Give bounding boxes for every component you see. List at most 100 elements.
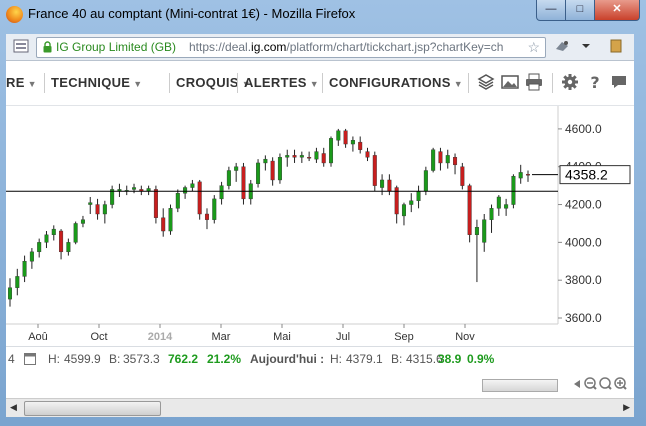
candle bbox=[117, 183, 122, 197]
divider bbox=[237, 73, 238, 93]
calendar-icon[interactable] bbox=[24, 352, 36, 365]
today-low-label: B: bbox=[391, 352, 403, 366]
candle-body-up bbox=[80, 219, 85, 224]
candle-body-up bbox=[8, 287, 12, 300]
candle-body-up bbox=[350, 140, 355, 145]
scrollbar-thumb[interactable] bbox=[24, 401, 161, 416]
candle bbox=[307, 151, 312, 162]
maximize-button[interactable]: □ bbox=[565, 0, 595, 21]
firefox-logo-icon bbox=[6, 6, 23, 23]
zoom-in-icon[interactable] bbox=[614, 377, 627, 390]
addon-icon[interactable] bbox=[554, 39, 570, 53]
candle bbox=[489, 204, 494, 233]
scroll-left-arrow-icon[interactable]: ◀ bbox=[10, 402, 17, 413]
candle bbox=[504, 198, 509, 216]
menu-configurations[interactable]: CONFIGURATIONS ▼ bbox=[329, 75, 463, 90]
gear-icon[interactable] bbox=[561, 73, 579, 91]
divider bbox=[169, 73, 170, 93]
url-bar[interactable]: IG Group Limited (GB) https://deal.ig.co… bbox=[36, 37, 546, 58]
page-horizontal-scrollbar[interactable]: ◀ ▶ bbox=[6, 398, 634, 417]
candle-body-up bbox=[73, 223, 78, 243]
window-title: France 40 au comptant (Mini-contrat 1€) … bbox=[28, 6, 356, 21]
divider bbox=[322, 73, 323, 93]
zoom-out-icon[interactable] bbox=[584, 377, 597, 390]
candle bbox=[88, 196, 93, 214]
help-icon[interactable]: ? bbox=[586, 73, 604, 91]
candle-body-up bbox=[88, 202, 93, 205]
bookmark-star-icon[interactable]: ☆ bbox=[527, 39, 540, 56]
candle-body-up bbox=[212, 198, 217, 220]
candle bbox=[66, 238, 71, 256]
navigator-scrollbar[interactable] bbox=[482, 379, 558, 392]
layers-icon[interactable] bbox=[477, 73, 495, 91]
price-chart[interactable]: 4600.04400.04200.04000.03800.03600.0AoûO… bbox=[6, 106, 634, 346]
candle-body-down bbox=[161, 217, 166, 232]
site-identity[interactable]: IG Group Limited (GB) bbox=[56, 40, 176, 54]
menu-truncated[interactable]: RE ▼ bbox=[6, 75, 37, 90]
svg-text:?: ? bbox=[590, 73, 599, 91]
candle bbox=[37, 238, 42, 258]
chevron-down-icon[interactable] bbox=[578, 39, 594, 53]
candle bbox=[438, 147, 443, 171]
candle-body-down bbox=[270, 160, 275, 181]
candle-body-up bbox=[66, 242, 71, 253]
divider bbox=[44, 73, 45, 93]
print-icon[interactable] bbox=[525, 73, 543, 91]
candle bbox=[51, 225, 56, 241]
candle bbox=[22, 255, 27, 283]
candle bbox=[183, 185, 188, 199]
comment-icon[interactable] bbox=[610, 73, 628, 91]
today-high-value: 4379.1 bbox=[346, 352, 383, 366]
candle-body-down bbox=[467, 185, 472, 235]
candle-body-down bbox=[197, 181, 202, 215]
candle-body-up bbox=[277, 157, 282, 181]
chart-area[interactable]: 4600.04400.04200.04000.03800.03600.0AoûO… bbox=[6, 106, 634, 346]
image-icon[interactable] bbox=[501, 73, 519, 91]
candle bbox=[314, 147, 319, 163]
candle-body-up bbox=[409, 200, 414, 205]
zoom-reset-icon[interactable] bbox=[599, 377, 612, 390]
candle bbox=[343, 128, 348, 148]
candle bbox=[496, 195, 501, 216]
x-tick-label: Aoû bbox=[28, 331, 48, 343]
candle bbox=[212, 195, 217, 224]
candle bbox=[401, 202, 406, 226]
x-tick-label: Jul bbox=[336, 331, 350, 343]
x-tick-label: 2014 bbox=[148, 331, 173, 343]
candle-body-up bbox=[401, 204, 406, 217]
minimize-button[interactable]: — bbox=[536, 0, 566, 21]
candle bbox=[460, 162, 465, 190]
menu-alertes[interactable]: ALERTES ▼ bbox=[244, 75, 319, 90]
candle-body-down bbox=[372, 155, 377, 186]
scroll-right-arrow-icon[interactable]: ▶ bbox=[623, 402, 630, 413]
candle bbox=[168, 204, 173, 235]
low-value: 3573.3 bbox=[123, 352, 160, 366]
candle-body-up bbox=[504, 204, 509, 209]
candle bbox=[467, 183, 472, 243]
scroll-left-icon[interactable] bbox=[574, 380, 580, 388]
candle-body-down bbox=[365, 151, 370, 158]
today-high-label: H: bbox=[330, 352, 342, 366]
close-button[interactable]: ✕ bbox=[594, 0, 640, 21]
high-label: H: bbox=[48, 352, 60, 366]
candle-body-down bbox=[358, 141, 363, 150]
y-tick-label: 4600.0 bbox=[565, 122, 602, 136]
candle-body-down bbox=[387, 179, 392, 192]
x-tick-label: Nov bbox=[455, 331, 475, 343]
candle-body-up bbox=[44, 234, 49, 243]
range-value: 762.2 bbox=[168, 352, 199, 366]
notes-icon[interactable] bbox=[608, 39, 624, 53]
menu-technique[interactable]: TECHNIQUE ▼ bbox=[51, 75, 142, 90]
high-value: 4599.9 bbox=[64, 352, 101, 366]
page-icon[interactable] bbox=[13, 39, 29, 53]
candle-body-up bbox=[234, 166, 239, 171]
candle bbox=[453, 153, 458, 175]
candle bbox=[175, 189, 180, 213]
candle-body-down bbox=[59, 230, 64, 253]
candle-body-up bbox=[416, 191, 421, 201]
candle-body-up bbox=[190, 183, 195, 188]
menu-croquis[interactable]: CROQUIS ▼ bbox=[176, 75, 251, 90]
candle bbox=[380, 174, 385, 196]
candle bbox=[80, 215, 85, 228]
url-text[interactable]: https://deal.ig.com/platform/chart/tickc… bbox=[189, 40, 519, 54]
